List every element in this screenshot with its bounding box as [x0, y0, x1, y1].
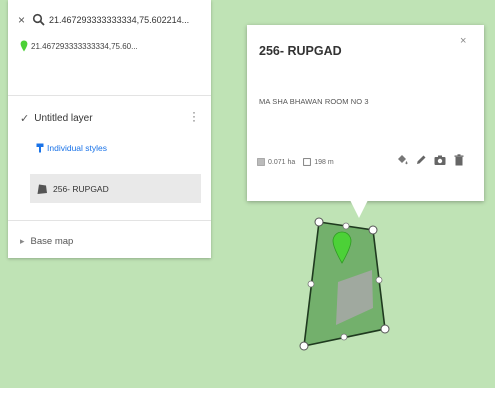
area-icon [257, 158, 265, 166]
layer-visibility-checkbox[interactable]: ✓ [20, 112, 29, 125]
search-bar: × 21.467293333333334,75.602214... [18, 12, 189, 28]
search-result-item[interactable]: 21.467293333333334,75.60... [20, 40, 138, 52]
close-search-icon[interactable]: × [18, 13, 32, 27]
popup-measurements: 0.071 ha 198 m [257, 158, 334, 166]
area-value: 0.071 ha [268, 158, 296, 166]
popup-description: MA SHA BHAWAN ROOM NO 3 [259, 97, 369, 106]
layer-header[interactable]: ✓ Untitled layer [20, 112, 93, 125]
vertex-handle [299, 341, 309, 351]
search-icon[interactable] [32, 13, 46, 27]
individual-styles-label: Individual styles [47, 143, 108, 153]
base-map-label: Base map [30, 236, 74, 247]
vertex-handle [314, 217, 324, 227]
popup-actions [395, 153, 471, 167]
paint-brush-icon [36, 143, 44, 153]
layers-panel: × 21.467293333333334,75.602214... 21.467… [8, 0, 211, 258]
popup-title: 256- RUPGAD [259, 44, 342, 58]
trash-icon[interactable] [452, 153, 466, 167]
divider [8, 220, 211, 221]
search-input[interactable]: 21.467293333333334,75.602214... [49, 15, 189, 25]
chevron-right-icon: ▸ [20, 236, 25, 246]
feature-popup: × 256- RUPGAD MA SHA BHAWAN ROOM NO 3 0.… [247, 25, 484, 201]
style-bucket-icon[interactable] [395, 153, 409, 167]
vertex-handle [380, 324, 390, 334]
individual-styles-link[interactable]: Individual styles [36, 143, 107, 153]
midpoint-handle [375, 276, 383, 284]
popup-pointer [350, 200, 368, 218]
kebab-menu-icon[interactable]: · · · [192, 106, 196, 126]
close-icon[interactable]: × [460, 35, 466, 47]
midpoint-handle [340, 333, 348, 341]
perimeter-value: 198 m [314, 158, 334, 166]
camera-icon[interactable] [433, 153, 447, 167]
feature-label: 256- RUPGAD [53, 183, 109, 194]
edit-pencil-icon[interactable] [414, 153, 428, 167]
location-pin-icon [20, 40, 28, 52]
midpoint-handle [307, 280, 315, 288]
base-map-toggle[interactable]: ▸ Base map [20, 236, 73, 247]
feature-list-item[interactable]: 256- RUPGAD [30, 174, 201, 203]
perimeter-icon [303, 158, 312, 166]
divider [8, 95, 211, 96]
vertex-handle [368, 225, 378, 235]
search-result-text: 21.467293333333334,75.60... [31, 41, 138, 51]
polygon-icon [37, 184, 47, 194]
layer-title[interactable]: Untitled layer [34, 113, 92, 124]
midpoint-handle [342, 222, 350, 230]
